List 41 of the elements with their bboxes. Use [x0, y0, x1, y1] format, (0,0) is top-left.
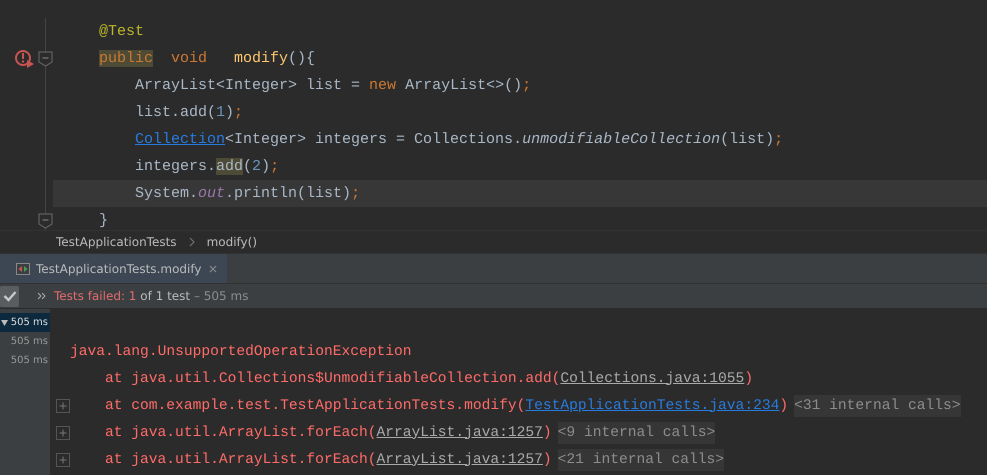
fold-icon[interactable]	[38, 212, 53, 228]
code-line: System.out.println(list);	[134, 185, 360, 202]
test-failed-run-icon[interactable]	[14, 48, 36, 68]
code-line: ArrayList<Integer> list = new ArrayList<>();	[134, 77, 532, 94]
code-link[interactable]: Collection	[135, 131, 226, 148]
internal-calls-label[interactable]: <9 internal calls>	[558, 422, 716, 444]
breadcrumb-item[interactable]: modify()	[206, 235, 258, 249]
double-chevron-icon[interactable]	[37, 292, 46, 300]
check-icon	[2, 290, 16, 302]
test-tree-item[interactable]: 505 ms	[0, 313, 50, 332]
source-link[interactable]: ArrayList.java:1257	[376, 424, 543, 440]
breadcrumb-item[interactable]: TestApplicationTests	[56, 235, 177, 249]
show-passed-button[interactable]	[0, 286, 19, 306]
code-line: @Test	[99, 23, 144, 40]
expand-icon[interactable]	[56, 452, 70, 466]
test-run-icon	[16, 262, 30, 274]
stack-trace-line: at java.util.ArrayList.forEach(ArrayList.java:1257)	[104, 424, 552, 440]
source-link[interactable]: Collections.java:1055	[560, 370, 744, 386]
stack-trace-line: at java.util.ArrayList.forEach(ArrayList.java:1257)	[104, 452, 552, 468]
code-line: public void modify(){	[99, 50, 316, 67]
expand-icon[interactable]	[56, 398, 70, 412]
internal-calls-label[interactable]: <21 internal calls>	[558, 448, 724, 470]
code-line: }	[99, 212, 108, 229]
code-line: Collection<Integer> integers = Collections.unmodifiableCollection(list);	[134, 131, 784, 148]
code-line: list.add(1);	[134, 104, 244, 121]
stack-trace-line: at com.example.test.TestApplicationTests.modify(TestApplicationTests.java:234)	[104, 398, 788, 414]
chevron-icon	[188, 237, 195, 247]
expand-arrow-icon[interactable]	[1, 320, 8, 326]
stack-trace-line: java.lang.UnsupportedOperationException	[70, 344, 412, 360]
internal-calls-label[interactable]: <31 internal calls>	[794, 394, 961, 416]
run-tab[interactable]: TestApplicationTests.modify	[0, 254, 228, 283]
test-tree-item[interactable]: 505 ms	[0, 332, 50, 351]
source-link[interactable]: TestApplicationTests.java:234	[525, 398, 780, 414]
fold-icon[interactable]	[38, 50, 53, 66]
stack-trace-line: at java.util.Collections$UnmodifiableCollection.add(Collections.java:1055)	[104, 370, 754, 386]
code-line: integers.add(2);	[134, 158, 280, 175]
test-status-text: Tests failed: 1 of 1 test – 505 ms	[54, 289, 248, 303]
close-icon[interactable]	[209, 264, 218, 272]
source-link[interactable]: ArrayList.java:1257	[376, 452, 543, 468]
expand-icon[interactable]	[56, 426, 70, 440]
test-tree-item[interactable]: 505 ms	[0, 351, 50, 370]
